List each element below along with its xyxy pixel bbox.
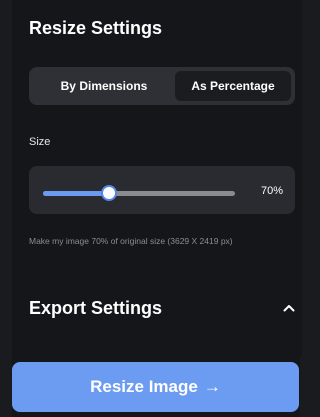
resize-image-button[interactable]: Resize Image →	[12, 362, 299, 412]
settings-panel-body: Resize Settings By Dimensions As Percent…	[12, 0, 302, 356]
size-label: Size	[29, 136, 51, 148]
size-slider-value: 70%	[260, 185, 283, 197]
by-dimensions-tab[interactable]: By Dimensions	[33, 71, 175, 101]
settings-panel: Resize Settings By Dimensions As Percent…	[12, 0, 302, 417]
size-slider-fill	[43, 191, 109, 196]
size-slider-track[interactable]	[43, 185, 235, 201]
as-percentage-tab[interactable]: As Percentage	[175, 71, 291, 101]
chevron-up-icon[interactable]	[281, 300, 297, 316]
resize-mode-toggle: By Dimensions As Percentage	[29, 67, 295, 105]
resize-image-label: Resize Image	[90, 377, 198, 396]
arrow-right-icon: →	[203, 377, 221, 396]
size-description: Make my image 70% of original size (3629…	[29, 236, 233, 246]
resize-settings-title: Resize Settings	[29, 18, 163, 38]
size-slider-container: 70%	[29, 166, 295, 214]
export-settings-title: Export Settings	[29, 298, 163, 318]
size-slider-thumb[interactable]	[101, 185, 118, 201]
